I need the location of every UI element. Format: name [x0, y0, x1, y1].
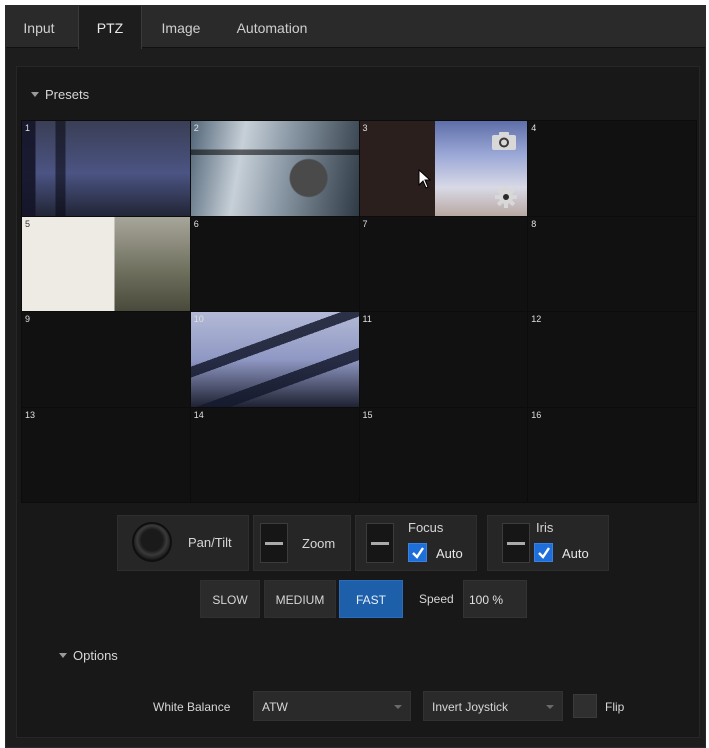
- white-balance-dropdown[interactable]: ATW: [253, 691, 411, 721]
- invert-joystick-value: Invert Joystick: [432, 700, 509, 714]
- preset-2[interactable]: 2: [190, 121, 359, 216]
- gear-icon[interactable]: [495, 185, 518, 208]
- zoom-slider[interactable]: [260, 523, 288, 563]
- pan-tilt-joystick[interactable]: [132, 522, 172, 562]
- preset-number: 4: [531, 123, 537, 133]
- preset-number: 8: [531, 218, 537, 229]
- preset-9[interactable]: 9: [22, 312, 190, 407]
- ptz-panel: Presets 1 2 3 4 5 6 7 8 9 10 11 12 13 14…: [16, 66, 700, 738]
- preset-number: 9: [25, 314, 31, 324]
- tab-bar: Input PTZ Image Automation: [6, 6, 705, 49]
- preset-grid: 1 2 3 4 5 6 7 8 9 10 11 12 13 14 15 16: [21, 120, 697, 503]
- invert-joystick-dropdown[interactable]: Invert Joystick: [423, 691, 563, 721]
- preset-6[interactable]: 6: [190, 216, 359, 311]
- speed-fast-button[interactable]: FAST: [339, 580, 403, 618]
- mouse-cursor-icon: [418, 169, 431, 189]
- flip-label: Flip: [605, 700, 625, 714]
- preset-number: 7: [362, 218, 368, 229]
- preset-12[interactable]: 12: [528, 312, 696, 407]
- preset-number: 16: [531, 409, 542, 420]
- collapse-triangle-icon: [59, 653, 67, 658]
- preset-number: 3: [362, 123, 368, 133]
- iris-auto-checkbox[interactable]: [534, 543, 553, 562]
- options-section-header[interactable]: Options: [59, 648, 118, 663]
- iris-auto-label: Auto: [562, 546, 589, 561]
- preset-7[interactable]: 7: [359, 216, 528, 311]
- flip-checkbox[interactable]: [573, 694, 597, 718]
- speed-label: Speed: [419, 592, 454, 606]
- checkmark-icon: [538, 547, 550, 559]
- options-title: Options: [73, 648, 118, 663]
- white-balance-value: ATW: [262, 700, 288, 714]
- preset-8[interactable]: 8: [528, 216, 696, 311]
- preset-16[interactable]: 16: [528, 407, 696, 502]
- focus-slider[interactable]: [366, 523, 394, 563]
- preset-11[interactable]: 11: [359, 312, 528, 407]
- tab-image[interactable]: Image: [152, 6, 210, 48]
- tab-ptz[interactable]: PTZ: [78, 6, 142, 49]
- preset-number: 13: [25, 409, 36, 420]
- preset-3[interactable]: 3: [359, 121, 528, 216]
- preset-number: 1: [25, 123, 31, 133]
- preset-number: 15: [362, 409, 373, 420]
- camera-icon[interactable]: [491, 131, 517, 151]
- preset-4[interactable]: 4: [528, 121, 696, 216]
- preset-1[interactable]: 1: [22, 121, 190, 216]
- iris-control: Iris Auto: [487, 515, 609, 571]
- preset-13[interactable]: 13: [22, 407, 190, 502]
- preset-number: 10: [193, 314, 204, 324]
- chevron-down-icon: [546, 705, 554, 709]
- chevron-down-icon: [394, 705, 402, 709]
- focus-control: Focus Auto: [355, 515, 477, 571]
- presets-title: Presets: [45, 87, 90, 102]
- preset-15[interactable]: 15: [359, 407, 528, 502]
- preset-number: 5: [25, 218, 31, 229]
- preset-number: 2: [193, 123, 199, 133]
- zoom-control: Zoom: [253, 515, 351, 571]
- preset-5[interactable]: 5: [22, 216, 190, 311]
- tab-input[interactable]: Input: [16, 6, 62, 48]
- preset-number: 12: [531, 314, 542, 324]
- collapse-triangle-icon: [31, 92, 39, 97]
- speed-slow-button[interactable]: SLOW: [200, 580, 260, 618]
- pan-tilt-control: Pan/Tilt: [117, 515, 249, 571]
- focus-label: Focus: [408, 520, 444, 535]
- checkmark-icon: [412, 547, 424, 559]
- iris-slider[interactable]: [502, 523, 530, 563]
- preset-number: 14: [193, 409, 204, 420]
- preset-14[interactable]: 14: [190, 407, 359, 502]
- tab-automation[interactable]: Automation: [224, 6, 320, 48]
- pan-tilt-label: Pan/Tilt: [188, 535, 232, 550]
- focus-auto-checkbox[interactable]: [408, 543, 427, 562]
- preset-10[interactable]: 10: [190, 312, 359, 407]
- white-balance-label: White Balance: [153, 700, 231, 714]
- zoom-label: Zoom: [302, 536, 336, 551]
- preset-number: 11: [362, 314, 372, 324]
- preset-number: 6: [193, 218, 199, 229]
- ptz-control-window: Input PTZ Image Automation Presets 1 2 3: [5, 5, 706, 748]
- iris-label: Iris: [536, 520, 554, 535]
- focus-auto-label: Auto: [436, 546, 463, 561]
- presets-section-header[interactable]: Presets: [31, 87, 89, 102]
- speed-value-field[interactable]: 100 %: [463, 580, 527, 618]
- speed-medium-button[interactable]: MEDIUM: [264, 580, 336, 618]
